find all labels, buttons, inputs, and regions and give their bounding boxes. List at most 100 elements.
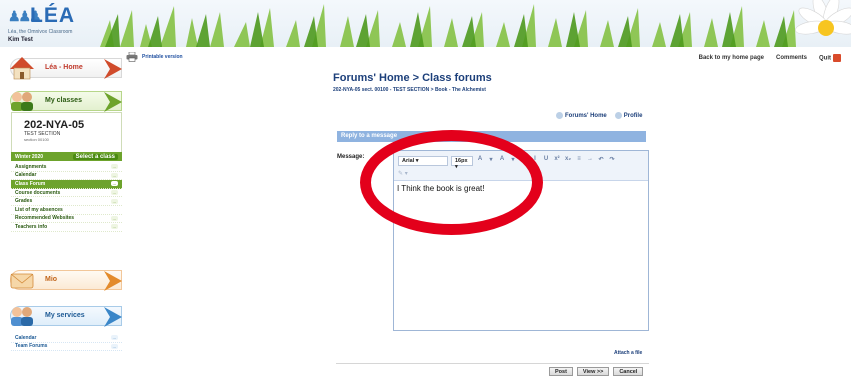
menu-count: ... (110, 224, 118, 230)
sidebar-my-classes[interactable]: My classes (10, 91, 122, 112)
menu-label: Assignments (15, 163, 47, 170)
menu-count: ... (110, 335, 118, 341)
mio-label: Mio (45, 276, 58, 283)
quit-icon (833, 54, 841, 62)
class-code: 202-NYA-05 (24, 119, 85, 131)
size-value: 16px (455, 158, 468, 164)
redo-button[interactable]: ↷ (609, 156, 615, 163)
arrow-icon (104, 271, 122, 291)
sidebar-item-class-forum[interactable]: Class Forum... (11, 180, 122, 189)
sidebar-mio[interactable]: Mio (10, 270, 122, 291)
view-button[interactable]: View >> (576, 367, 610, 376)
profile-icon (614, 112, 622, 119)
class-section-number: section 00100 (24, 137, 49, 142)
sidebar-lea-home[interactable]: Léa - Home (10, 57, 122, 80)
menu-count: ... (110, 190, 118, 196)
message-label: Message: (337, 154, 365, 160)
sidebar-item-assignments[interactable]: Assignments... (11, 163, 122, 172)
printable-version-link[interactable]: Printable version (126, 52, 183, 62)
font-size-select[interactable]: 16px ▾ (451, 156, 473, 170)
underline-button[interactable]: U (543, 156, 549, 163)
bold-button[interactable]: B (521, 156, 527, 163)
lea-home-label: Léa - Home (45, 64, 83, 71)
menu-label: Calendar (15, 334, 37, 341)
arrow-icon (104, 59, 122, 79)
font-family-select[interactable]: Arial ▾ (398, 156, 448, 166)
current-class-box[interactable]: 202-NYA-05 TEST SECTION section 00100 (11, 112, 122, 156)
indent-button[interactable]: → (587, 156, 593, 163)
forums-home-label: Forums' Home (565, 113, 607, 120)
undo-button[interactable]: ↶ (598, 156, 604, 163)
services-menu: Calendar... Team Forums... (11, 334, 122, 352)
user-name: Kim Test (8, 37, 33, 43)
logo-subtitle: Léa, the Omnivox Classroom (8, 29, 73, 35)
align-button[interactable]: ≡ (576, 156, 582, 163)
sidebar-item-teachers-info[interactable]: Teachers info... (11, 223, 122, 232)
house-icon (10, 57, 34, 80)
page-title: Forums' Home > Class forums (333, 72, 492, 84)
my-classes-label: My classes (45, 97, 82, 104)
divider (336, 363, 649, 364)
quit-label: Quit (819, 55, 831, 62)
menu-count: ... (110, 198, 118, 204)
highlight-dropdown[interactable]: ▾ (510, 156, 516, 163)
text-color-dropdown[interactable]: ▾ (488, 156, 494, 163)
menu-label: Recommended Websites (15, 215, 75, 222)
top-navigation: Back to my home page Comments Quit (699, 54, 841, 62)
font-value: Arial (402, 158, 415, 164)
profile-label: Profile (623, 113, 643, 120)
sidebar-item-calendar[interactable]: Calendar... (11, 172, 122, 181)
forum-links: Forums' Home Profile (556, 112, 642, 119)
italic-button[interactable]: I (532, 156, 538, 163)
quit-link[interactable]: Quit (819, 54, 841, 62)
arrow-icon (104, 307, 122, 327)
menu-label: Grades (15, 198, 33, 205)
printable-version-label: Printable version (142, 54, 183, 60)
back-home-link[interactable]: Back to my home page (699, 55, 764, 61)
menu-count: ... (110, 164, 118, 170)
cancel-button[interactable]: Cancel (613, 367, 644, 376)
my-services-label: My services (45, 312, 85, 319)
mio-envelope-icon (10, 273, 34, 289)
sidebar-item-team-forums[interactable]: Team Forums... (11, 343, 122, 352)
breadcrumb[interactable]: 202-NYA-05 sect. 00100 - TEST SECTION > … (333, 87, 486, 93)
comments-link[interactable]: Comments (776, 55, 807, 61)
forums-home-link[interactable]: Forums' Home (556, 112, 607, 119)
term-label: Winter 2020 (15, 153, 44, 160)
highlight-button[interactable]: A (499, 156, 505, 163)
sidebar-item-course-documents[interactable]: Course documents... (11, 189, 122, 198)
services-people-icon (11, 307, 33, 326)
sidebar-item-services-calendar[interactable]: Calendar... (11, 334, 122, 343)
sidebar-item-recommended-websites[interactable]: Recommended Websites... (11, 215, 122, 224)
grass-decoration (100, 4, 796, 47)
daisy-icon (795, 0, 851, 36)
paint-icon[interactable]: ✎ ▾ (398, 170, 408, 177)
attach-file-link[interactable]: Attach a file (614, 350, 642, 356)
sidebar-item-grades[interactable]: Grades... (11, 197, 122, 206)
menu-label: Teachers info (15, 223, 48, 230)
subscript-button[interactable]: x₂ (565, 156, 571, 163)
profile-link[interactable]: Profile (614, 112, 643, 120)
banner: ♟♟♟ LÉA Léa, the Omnivox Classroom Kim T… (0, 0, 851, 47)
menu-label: Course documents (15, 189, 61, 196)
editor-toolbar: Arial ▾ 16px ▾ A ▾ A ▾ B I U x² x₂ ≡ → ↶… (394, 151, 648, 181)
class-people-icon (11, 92, 33, 111)
class-menu: Assignments... Calendar... Class Forum..… (11, 163, 122, 232)
toolbar-buttons: A ▾ A ▾ B I U x² x₂ ≡ → ↶ ↷ (477, 156, 615, 163)
term-bar: Winter 2020 Select a class (11, 152, 122, 161)
text-color-button[interactable]: A (477, 156, 483, 163)
select-class-button[interactable]: Select a class (72, 153, 118, 160)
reply-section-header: Reply to a message (337, 131, 646, 142)
menu-count: ... (110, 215, 118, 221)
sidebar-my-services[interactable]: My services (10, 306, 122, 327)
printer-icon (126, 52, 138, 62)
home-circle-icon (556, 112, 563, 119)
menu-label: Class Forum (15, 180, 46, 187)
superscript-button[interactable]: x² (554, 156, 560, 163)
message-editor: Arial ▾ 16px ▾ A ▾ A ▾ B I U x² x₂ ≡ → ↶… (393, 150, 649, 331)
post-button[interactable]: Post (549, 367, 573, 376)
menu-count: ... (110, 343, 118, 349)
message-textarea[interactable]: I Think the book is great! (394, 181, 648, 196)
menu-label: Calendar (15, 172, 37, 179)
sidebar-item-absences[interactable]: List of my absences (11, 206, 122, 215)
